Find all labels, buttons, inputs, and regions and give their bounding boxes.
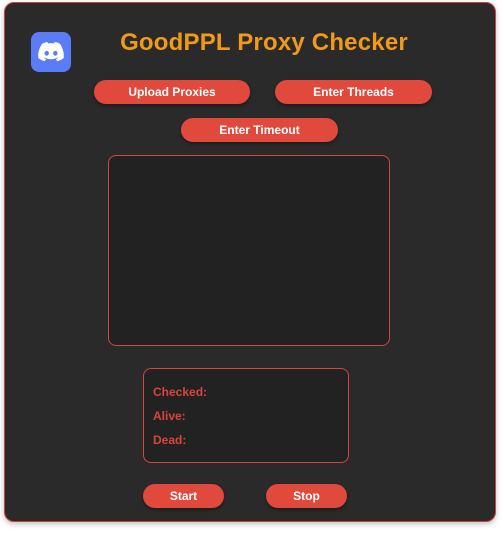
start-button[interactable]: Start	[143, 484, 224, 508]
checked-label: Checked:	[153, 385, 208, 399]
enter-timeout-button[interactable]: Enter Timeout	[181, 118, 338, 142]
dead-label: Dead:	[153, 433, 187, 447]
stats-panel: Checked: Alive: Dead:	[143, 368, 349, 463]
page-title: GoodPPL Proxy Checker	[120, 29, 408, 56]
upload-proxies-button[interactable]: Upload Proxies	[94, 80, 250, 104]
enter-threads-button[interactable]: Enter Threads	[275, 80, 432, 104]
stop-button[interactable]: Stop	[266, 484, 347, 508]
proxy-output-textarea[interactable]	[108, 155, 390, 346]
alive-label: Alive:	[153, 409, 186, 423]
app-window: GoodPPL Proxy Checker Upload Proxies Ent…	[4, 2, 496, 522]
